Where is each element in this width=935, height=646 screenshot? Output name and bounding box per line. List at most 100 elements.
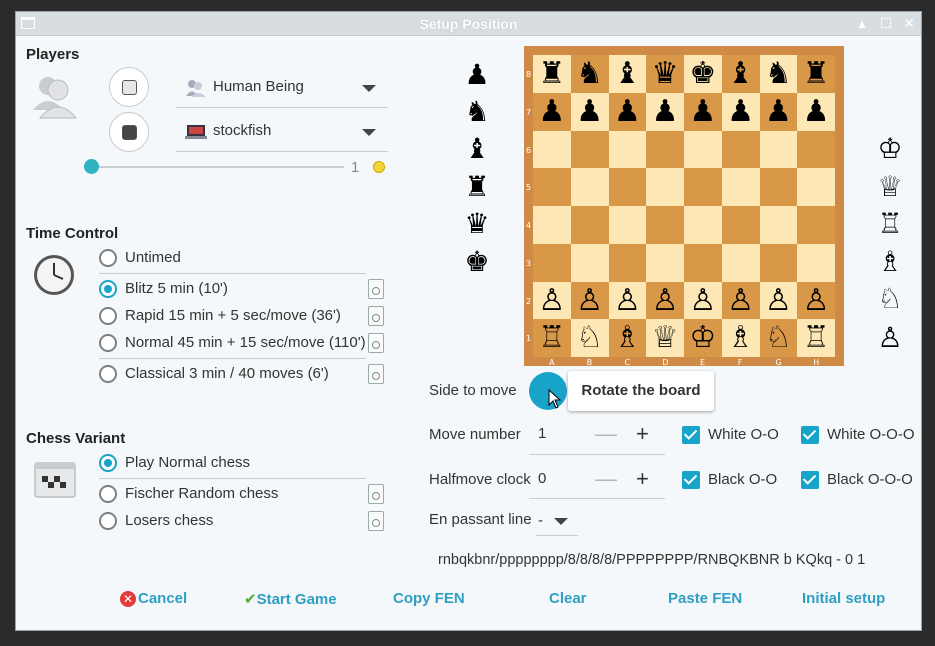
board-piece[interactable]: ♟ (646, 93, 684, 131)
board-piece[interactable] (722, 168, 760, 206)
clear-button[interactable]: Clear (549, 590, 587, 607)
halfmove-decrement[interactable]: — (595, 468, 617, 490)
board-piece[interactable] (797, 206, 835, 244)
board-piece[interactable]: ♟ (684, 93, 722, 131)
board-piece[interactable]: ♙ (646, 282, 684, 320)
board-piece[interactable]: ♙ (797, 282, 835, 320)
board-piece[interactable]: ♙ (609, 282, 647, 320)
white-ooo-checkbox[interactable] (801, 426, 819, 444)
radio-fischer-random[interactable] (99, 485, 117, 503)
move-number-decrement[interactable]: — (595, 423, 617, 445)
move-number-value[interactable]: 1 (538, 425, 546, 442)
board-piece[interactable] (722, 244, 760, 282)
copy-fen-button[interactable]: Copy FEN (393, 590, 465, 607)
board-piece[interactable]: ♙ (684, 282, 722, 320)
board-piece[interactable] (533, 244, 571, 282)
paste-fen-button[interactable]: Paste FEN (668, 590, 742, 607)
board-piece[interactable]: ♞ (571, 55, 609, 93)
halfmove-clock-value[interactable]: 0 (538, 470, 546, 487)
board-piece[interactable]: ♟ (722, 93, 760, 131)
board-piece[interactable] (760, 206, 798, 244)
board-piece[interactable]: ♜ (797, 55, 835, 93)
board-piece[interactable]: ♟ (760, 93, 798, 131)
radio-blitz[interactable] (99, 280, 117, 298)
board-piece[interactable] (722, 206, 760, 244)
board-piece[interactable]: ♗ (609, 319, 647, 357)
board-piece[interactable]: ♜ (533, 55, 571, 93)
player1-select[interactable]: Human Being (176, 68, 388, 108)
board-piece[interactable] (797, 168, 835, 206)
black-oo-checkbox[interactable] (682, 471, 700, 489)
board-piece[interactable]: ♗ (722, 319, 760, 357)
level-slider-handle[interactable] (84, 159, 99, 174)
board-piece[interactable] (571, 206, 609, 244)
board-piece[interactable] (646, 131, 684, 169)
radio-rapid[interactable] (99, 307, 117, 325)
board-piece[interactable] (684, 131, 722, 169)
chess-board[interactable]: ♜ ♞ ♝ ♛ ♚ ♝ ♞ ♜ 8 ♟ ♟ ♟ ♟ ♟ ♟ ♟ ♟ 7 6 5 4 3 ♙ ♙ ♙ ♙ ♙ ♙ ♙ ♙ 2 ♖ ♘ ♗ ♕ ♔ ♗ ♘ ♖ 1… (524, 46, 844, 367)
board-piece[interactable] (533, 131, 571, 169)
start-game-button[interactable]: ✔Start Game (244, 590, 337, 608)
initial-setup-button[interactable]: Initial setup (802, 590, 885, 607)
board-piece[interactable]: ♖ (533, 319, 571, 357)
board-piece[interactable]: ♛ (646, 55, 684, 93)
board-piece[interactable]: ♟ (609, 93, 647, 131)
board-piece[interactable] (609, 244, 647, 282)
board-piece[interactable]: ♝ (609, 55, 647, 93)
edit-time-icon[interactable] (368, 279, 384, 299)
board-piece[interactable] (684, 206, 722, 244)
board-piece[interactable]: ♞ (760, 55, 798, 93)
cancel-button[interactable]: ✕ Cancel (120, 590, 187, 607)
board-piece[interactable]: ♙ (571, 282, 609, 320)
variant-info-icon[interactable] (368, 511, 384, 531)
edit-time-icon[interactable] (368, 364, 384, 384)
board-piece[interactable] (571, 168, 609, 206)
white-oo-checkbox[interactable] (682, 426, 700, 444)
white-knight-icon[interactable]: ♘ (873, 282, 907, 316)
halfmove-increment[interactable]: + (636, 468, 649, 490)
board-piece[interactable] (797, 244, 835, 282)
black-rook-icon[interactable]: ♜ (460, 170, 494, 204)
player2-color-toggle[interactable] (109, 112, 149, 152)
board-piece[interactable]: ♚ (684, 55, 722, 93)
board-piece[interactable] (609, 131, 647, 169)
board-piece[interactable] (760, 244, 798, 282)
black-knight-icon[interactable]: ♞ (460, 95, 494, 129)
move-number-increment[interactable]: + (636, 423, 649, 445)
radio-normal[interactable] (99, 334, 117, 352)
maximize-icon[interactable]: ☐ (878, 15, 894, 31)
board-piece[interactable] (722, 131, 760, 169)
board-piece[interactable] (609, 168, 647, 206)
board-piece[interactable] (760, 168, 798, 206)
board-piece[interactable] (533, 206, 571, 244)
board-piece[interactable] (684, 168, 722, 206)
black-bishop-icon[interactable]: ♝ (460, 132, 494, 166)
board-piece[interactable]: ♘ (760, 319, 798, 357)
board-piece[interactable] (609, 206, 647, 244)
player2-select[interactable]: stockfish (176, 112, 388, 152)
board-piece[interactable] (684, 244, 722, 282)
close-icon[interactable]: ✕ (901, 15, 917, 31)
variant-info-icon[interactable] (368, 484, 384, 504)
board-piece[interactable] (646, 206, 684, 244)
radio-classical[interactable] (99, 365, 117, 383)
board-piece[interactable]: ♙ (722, 282, 760, 320)
white-pawn-icon[interactable]: ♙ (873, 321, 907, 355)
black-pawn-icon[interactable]: ♟ (460, 58, 494, 92)
black-king-icon[interactable]: ♚ (460, 245, 494, 279)
level-slider-track[interactable] (92, 166, 344, 168)
board-piece[interactable]: ♖ (797, 319, 835, 357)
board-piece[interactable]: ♙ (533, 282, 571, 320)
white-queen-icon[interactable]: ♕ (873, 170, 907, 204)
radio-losers-chess[interactable] (99, 512, 117, 530)
board-piece[interactable] (646, 168, 684, 206)
black-ooo-checkbox[interactable] (801, 471, 819, 489)
board-piece[interactable]: ♟ (797, 93, 835, 131)
player1-color-toggle[interactable] (109, 67, 149, 107)
edit-time-icon[interactable] (368, 333, 384, 353)
radio-untimed[interactable] (99, 249, 117, 267)
board-piece[interactable] (797, 131, 835, 169)
board-piece[interactable] (571, 244, 609, 282)
board-piece[interactable]: ♟ (533, 93, 571, 131)
en-passant-select[interactable]: - (536, 510, 578, 536)
